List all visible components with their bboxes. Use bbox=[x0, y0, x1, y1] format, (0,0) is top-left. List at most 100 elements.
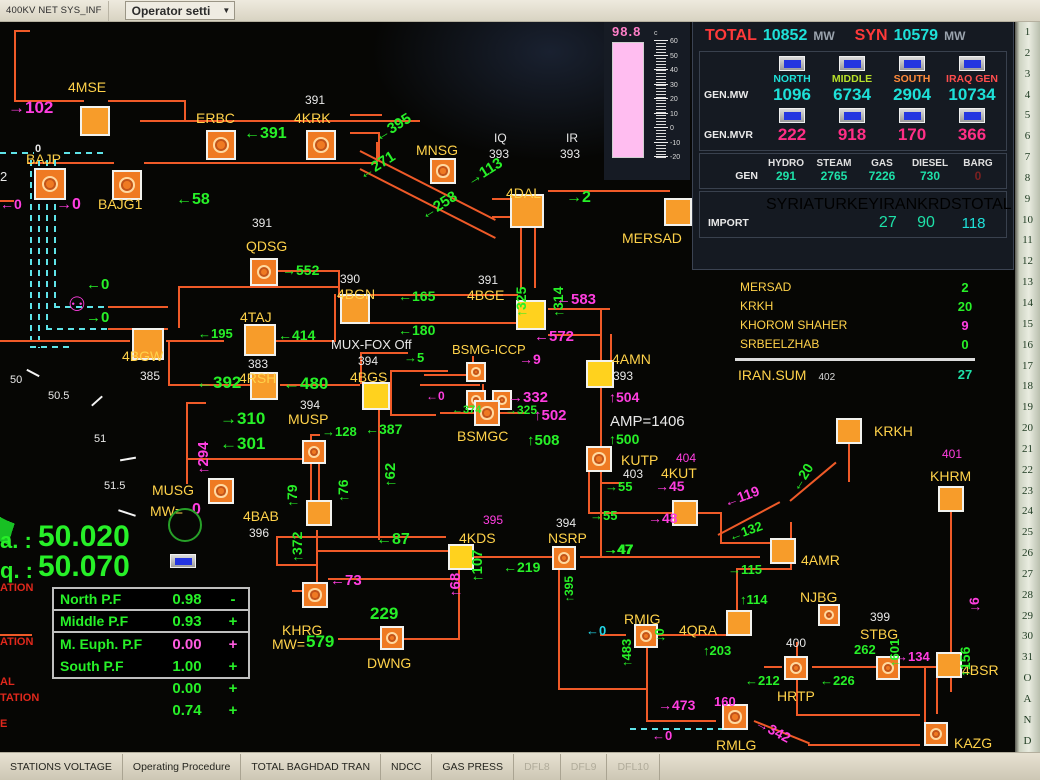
day-strip-item-25[interactable]: 25 bbox=[1015, 522, 1040, 543]
gen-bsmg-iccp-1[interactable] bbox=[466, 362, 486, 382]
gen-qdsg[interactable] bbox=[250, 258, 278, 286]
region-button-iraqgen-mw[interactable] bbox=[959, 56, 985, 71]
gen-mvr-middle: 918 bbox=[837, 125, 867, 144]
day-strip-item-7[interactable]: 7 bbox=[1015, 147, 1040, 168]
pf-value-1: 0.93 bbox=[172, 612, 202, 630]
day-strip-item-13[interactable]: 13 bbox=[1015, 272, 1040, 293]
tab-total-baghdad-tran[interactable]: TOTAL BAGHDAD TRAN bbox=[241, 753, 382, 780]
day-strip-item-30[interactable]: 30 bbox=[1015, 626, 1040, 647]
region-button-north-mvr[interactable] bbox=[779, 108, 805, 123]
bus-4mse[interactable] bbox=[80, 106, 110, 136]
day-strip-item-12[interactable]: 12 bbox=[1015, 251, 1040, 272]
day-strip-item-O[interactable]: O bbox=[1015, 668, 1040, 689]
day-strip-item-8[interactable]: 8 bbox=[1015, 168, 1040, 189]
flow-label-4: ←0 bbox=[86, 276, 110, 293]
day-strip-item-22[interactable]: 22 bbox=[1015, 460, 1040, 481]
pf-south-value-1: 0.00 bbox=[172, 679, 202, 697]
day-strip-item-3[interactable]: 3 bbox=[1015, 64, 1040, 85]
gen-kutp[interactable] bbox=[586, 446, 612, 472]
edge-word-1: ATION bbox=[0, 636, 34, 648]
bus-4bgs[interactable] bbox=[362, 382, 390, 410]
day-strip-item-9[interactable]: 9 bbox=[1015, 189, 1040, 210]
flow-label-50: 262 bbox=[854, 642, 876, 657]
gen-khrg[interactable] bbox=[302, 582, 328, 608]
gen-musp[interactable] bbox=[302, 440, 326, 464]
day-strip-item-D[interactable]: D bbox=[1015, 731, 1040, 752]
gen-dwng[interactable] bbox=[380, 626, 404, 650]
tab-dfl10[interactable]: DFL10 bbox=[607, 753, 660, 780]
bus-4amr[interactable] bbox=[770, 538, 796, 564]
day-strip-item-23[interactable]: 23 bbox=[1015, 481, 1040, 502]
station-list-name-0: MERSAD bbox=[740, 280, 792, 294]
voltage-label-18: 400 bbox=[786, 636, 807, 650]
bus-4amn[interactable] bbox=[586, 360, 614, 388]
temp-tick-3 bbox=[654, 83, 668, 85]
station-label-qdsg: QDSG bbox=[246, 238, 288, 254]
edge-word-2: AL bbox=[0, 676, 15, 688]
day-strip-item-6[interactable]: 6 bbox=[1015, 126, 1040, 147]
day-strip-item-1[interactable]: 1 bbox=[1015, 22, 1040, 43]
total-unit: MW bbox=[813, 29, 835, 43]
day-strip-item-A[interactable]: A bbox=[1015, 689, 1040, 710]
day-index-strip[interactable]: 1 2 3 4 5 6 7 8 9 10 11 12 13 14 15 16 17 18 19 20 21 22 23 24 2… bbox=[1015, 22, 1040, 752]
station-label-4bge: 4BGE bbox=[467, 287, 505, 303]
day-strip-item-31[interactable]: 31 bbox=[1015, 647, 1040, 668]
day-strip-item-17[interactable]: 17 bbox=[1015, 356, 1040, 377]
blue-indicator-button[interactable] bbox=[170, 554, 196, 568]
bus-4taj[interactable] bbox=[244, 324, 276, 356]
sld-diagram-canvas[interactable]: 4MSE BAJP BAJG1 ERBC 4KRK MNSG 4DAL MERSAD QDSG 4… bbox=[0, 22, 1015, 752]
bus-khrm[interactable] bbox=[938, 486, 964, 512]
day-strip-item-28[interactable]: 28 bbox=[1015, 585, 1040, 606]
bus-mersad[interactable] bbox=[664, 198, 692, 226]
region-button-north-mw[interactable] bbox=[779, 56, 805, 71]
gentype-name-diesel: DIESEL bbox=[911, 158, 949, 169]
tab-dfl8[interactable]: DFL8 bbox=[514, 753, 561, 780]
day-strip-item-21[interactable]: 21 bbox=[1015, 439, 1040, 460]
bus-4qra[interactable] bbox=[726, 610, 752, 636]
flow-label-32: ↑502 bbox=[534, 407, 567, 424]
day-strip-item-5[interactable]: 5 bbox=[1015, 105, 1040, 126]
region-button-iraqgen-mvr[interactable] bbox=[959, 108, 985, 123]
gen-kazg[interactable] bbox=[924, 722, 948, 746]
day-strip-item-2[interactable]: 2 bbox=[1015, 43, 1040, 64]
tab-ndcc[interactable]: NDCC bbox=[381, 753, 433, 780]
tab-stations-voltage[interactable]: STATIONS VOLTAGE bbox=[0, 753, 123, 780]
voltage-label-10: IQ bbox=[494, 131, 507, 145]
day-strip-item-N[interactable]: N bbox=[1015, 710, 1040, 731]
bus-krkh[interactable] bbox=[836, 418, 862, 444]
day-strip-item-11[interactable]: 11 bbox=[1015, 230, 1040, 251]
gen-4krk[interactable] bbox=[306, 130, 336, 160]
day-strip-item-15[interactable]: 15 bbox=[1015, 314, 1040, 335]
day-strip-item-20[interactable]: 20 bbox=[1015, 418, 1040, 439]
region-button-south-mvr[interactable] bbox=[899, 108, 925, 123]
gen-mnsg[interactable] bbox=[430, 158, 456, 184]
gen-musg[interactable] bbox=[208, 478, 234, 504]
bottom-tab-bar[interactable]: STATIONS VOLTAGE Operating Procedure TOTAL… bbox=[0, 752, 1040, 780]
temp-tick-label-6: 0 bbox=[670, 125, 674, 132]
day-strip-item-18[interactable]: 18 bbox=[1015, 376, 1040, 397]
gen-nsrp[interactable] bbox=[552, 546, 576, 570]
day-strip-item-26[interactable]: 26 bbox=[1015, 543, 1040, 564]
tab-operating-procedure[interactable]: Operating Procedure bbox=[123, 753, 242, 780]
gen-njbg[interactable] bbox=[818, 604, 840, 626]
day-strip-item-4[interactable]: 4 bbox=[1015, 85, 1040, 106]
voltage-label-3: 383 bbox=[248, 357, 269, 371]
region-button-south-mw[interactable] bbox=[899, 56, 925, 71]
bus-4bab[interactable] bbox=[306, 500, 332, 526]
tab-dfl9[interactable]: DFL9 bbox=[561, 753, 608, 780]
gen-hrtp[interactable] bbox=[784, 656, 808, 680]
day-strip-item-24[interactable]: 24 bbox=[1015, 501, 1040, 522]
station-label-njbg: NJBG bbox=[800, 589, 838, 605]
operator-settings-dropdown[interactable]: Operator setti ▼ bbox=[124, 1, 236, 20]
temp-tick-label-7: -10 bbox=[670, 139, 681, 147]
region-button-middle-mw[interactable] bbox=[839, 56, 865, 71]
gen-erbc[interactable] bbox=[206, 130, 236, 160]
day-strip-item-27[interactable]: 27 bbox=[1015, 564, 1040, 585]
day-strip-item-10[interactable]: 10 bbox=[1015, 210, 1040, 231]
tab-gas-press[interactable]: GAS PRESS bbox=[432, 753, 515, 780]
day-strip-item-16[interactable]: 16 bbox=[1015, 335, 1040, 356]
day-strip-item-29[interactable]: 29 bbox=[1015, 606, 1040, 627]
day-strip-item-14[interactable]: 14 bbox=[1015, 293, 1040, 314]
day-strip-item-19[interactable]: 19 bbox=[1015, 397, 1040, 418]
region-button-middle-mvr[interactable] bbox=[839, 108, 865, 123]
